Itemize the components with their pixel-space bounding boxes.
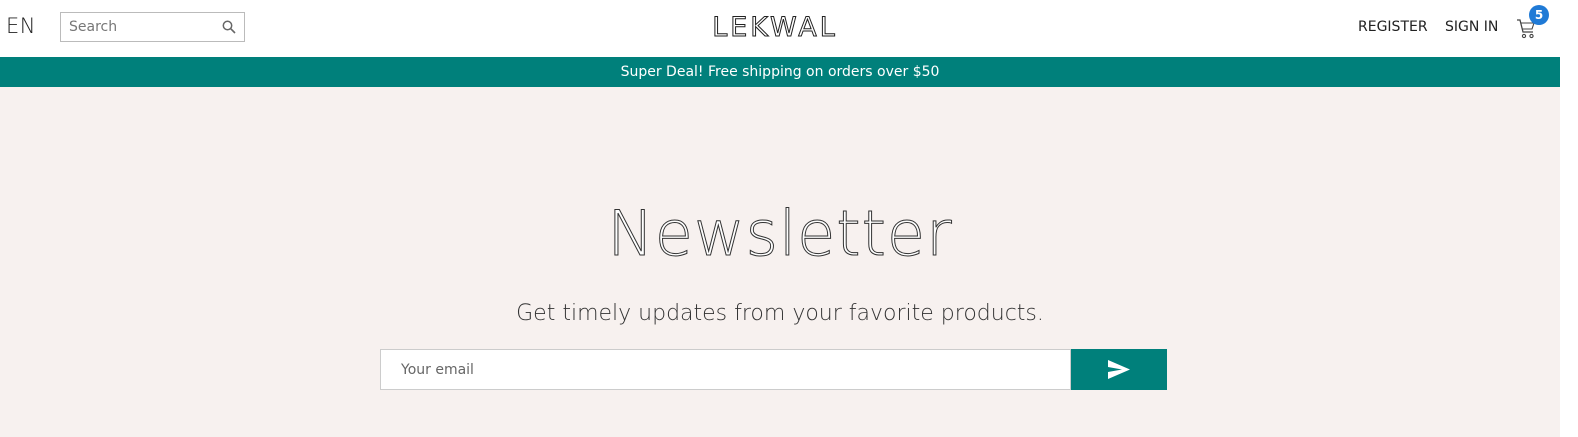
- search-icon[interactable]: [222, 20, 236, 34]
- newsletter-form: [380, 349, 1167, 390]
- newsletter-section: Newsletter Get timely updates from your …: [0, 87, 1560, 437]
- newsletter-title: Newsletter: [607, 197, 953, 271]
- send-icon: [1108, 360, 1130, 379]
- register-link[interactable]: REGISTER: [1358, 19, 1428, 35]
- cart-button[interactable]: 5: [1514, 5, 1549, 44]
- site-logo[interactable]: LEKWAL: [690, 12, 860, 44]
- email-input[interactable]: [380, 349, 1071, 390]
- newsletter-subtitle: Get timely updates from your favorite pr…: [516, 301, 1044, 326]
- cart-count-badge: 5: [1529, 5, 1549, 25]
- search-input[interactable]: [61, 13, 211, 41]
- search-box: [60, 12, 245, 42]
- send-button[interactable]: [1071, 349, 1167, 390]
- site-header: EN LEKWAL REGISTER SIGN IN 5: [0, 0, 1578, 57]
- promo-banner: Super Deal! Free shipping on orders over…: [0, 57, 1560, 87]
- sign-in-link[interactable]: SIGN IN: [1445, 19, 1498, 35]
- language-selector[interactable]: EN: [6, 14, 36, 38]
